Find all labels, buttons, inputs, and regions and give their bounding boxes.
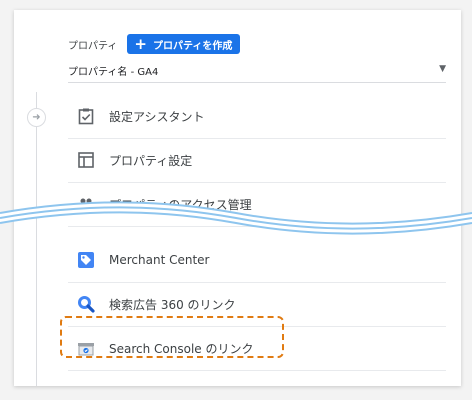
create-property-button[interactable]: + プロパティを作成	[127, 34, 241, 54]
menu-item-label: 設定アシスタント	[109, 109, 205, 124]
menu-item-setup-assistant[interactable]: 設定アシスタント	[68, 94, 446, 139]
highlight-box	[60, 316, 284, 358]
layout-icon	[77, 151, 95, 169]
search-ads-360-icon	[77, 295, 95, 313]
menu-item-merchant-center[interactable]: Merchant Center	[68, 238, 446, 283]
property-selector[interactable]: プロパティ名 - GA4 ▼	[68, 60, 446, 83]
property-header: プロパティ + プロパティを作成	[68, 34, 241, 54]
menu-item-label: Merchant Center	[109, 253, 210, 267]
caret-down-icon: ▼	[439, 64, 446, 74]
create-property-label: プロパティを作成	[152, 40, 233, 52]
merchant-center-icon	[77, 251, 95, 269]
property-label: プロパティ	[68, 40, 118, 52]
menu-item-label: プロパティ設定	[109, 153, 193, 168]
selected-property: プロパティ名 - GA4	[68, 67, 159, 78]
expand-arrow-icon[interactable]: ➜	[27, 108, 46, 127]
menu-item-property-settings[interactable]: プロパティ設定	[68, 138, 446, 183]
section-break-wave	[0, 201, 472, 235]
plus-icon: +	[134, 34, 147, 53]
menu-item-label: 検索広告 360 のリンク	[109, 297, 236, 312]
clipboard-check-icon	[77, 107, 95, 125]
